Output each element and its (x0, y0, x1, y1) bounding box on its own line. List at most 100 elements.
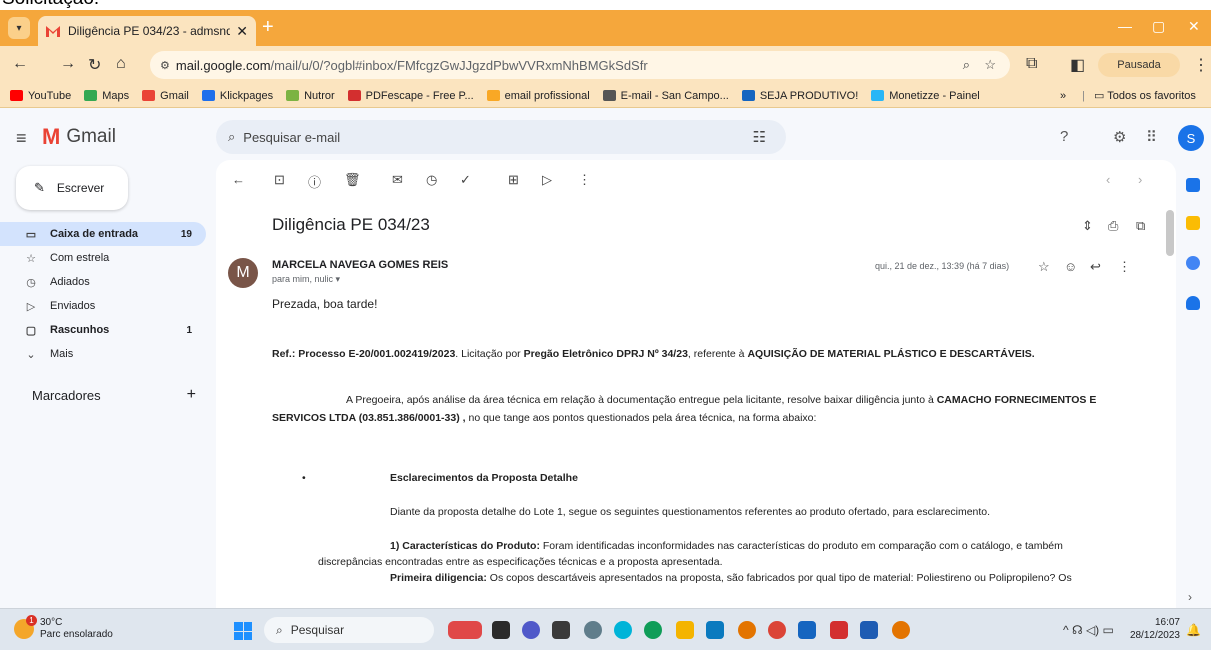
calendar-icon[interactable] (1186, 178, 1200, 192)
store-icon[interactable] (798, 621, 816, 639)
reload-icon[interactable]: ↻ (88, 55, 101, 75)
browser-tab[interactable]: Diligência PE 034/23 - admsnd ✕ (38, 16, 256, 46)
delete-icon[interactable]: 🗑 (344, 172, 361, 188)
keep-icon[interactable] (1186, 216, 1200, 230)
search-options-icon[interactable]: ☷ (753, 128, 766, 146)
minimize-icon[interactable]: — (1118, 18, 1132, 34)
archive-icon[interactable]: ⊡ (274, 172, 285, 188)
expand-icon[interactable]: ⇕ (1082, 218, 1093, 234)
report-spam-icon[interactable]: ⓘ (308, 172, 321, 191)
widgets-icon[interactable] (448, 621, 482, 639)
print-icon[interactable]: ⎙ (1108, 218, 1118, 234)
file-explorer-icon[interactable] (676, 621, 694, 639)
paragraph-1-line-2: SERVICOS LTDA (03.851.386/0001-33) , no … (272, 412, 817, 424)
restore-icon[interactable]: ▢ (1152, 18, 1165, 35)
browser-menu-icon[interactable]: ⋮ (1193, 55, 1209, 75)
home-icon[interactable]: ⌂ (116, 55, 126, 73)
app-icon[interactable] (614, 621, 632, 639)
clock[interactable]: 16:07 28/12/2023 (1122, 616, 1180, 642)
emoji-reaction-icon[interactable]: ☺ (1064, 259, 1077, 274)
app-icon[interactable] (706, 621, 724, 639)
older-icon[interactable]: › (1138, 172, 1142, 187)
bookmark-item[interactable]: PDFescape - Free P... (347, 90, 474, 102)
task-view-icon[interactable] (492, 621, 510, 639)
reply-icon[interactable]: ↩ (1090, 259, 1101, 275)
system-tray[interactable]: ^ ☊ ◁) ▭ (1063, 623, 1114, 637)
settings-app-icon[interactable] (584, 621, 602, 639)
recipients[interactable]: para mim, nulic ▾ (272, 274, 340, 285)
star-icon[interactable]: ☆ (1038, 259, 1050, 275)
compose-button[interactable]: ✎ Escrever (16, 166, 128, 210)
profile-button[interactable]: Pausada (1098, 53, 1180, 77)
bookmark-item[interactable]: Klickpages (201, 90, 273, 102)
app-icon[interactable] (768, 621, 786, 639)
app-icon[interactable] (552, 621, 570, 639)
message-more-icon[interactable]: ⋮ (1118, 259, 1131, 275)
scrollbar[interactable] (1166, 210, 1174, 256)
sender-name[interactable]: MARCELA NAVEGA GOMES REIS (272, 259, 448, 271)
add-task-icon[interactable]: ✓ (460, 172, 471, 188)
more-options-icon[interactable]: ⋮ (578, 172, 591, 188)
main-menu-icon[interactable]: ≡ (16, 128, 27, 149)
acrobat-icon[interactable] (830, 621, 848, 639)
bookmark-item[interactable]: Maps (84, 90, 129, 102)
tab-search-button[interactable]: ▾ (8, 17, 30, 39)
contacts-icon[interactable] (1186, 296, 1200, 310)
tasks-icon[interactable] (1186, 256, 1200, 270)
chrome-icon[interactable] (738, 621, 756, 639)
word-icon[interactable] (860, 621, 878, 639)
url-bar[interactable]: ⚙ mail.google.com/mail/u/0/?ogbl#inbox/F… (150, 51, 1010, 79)
chat-icon[interactable] (522, 621, 540, 639)
chevron-down-icon: ⌄ (26, 348, 36, 361)
search-icon[interactable]: ⌕ (228, 129, 235, 145)
chrome-profile-icon[interactable] (892, 621, 910, 639)
bookmark-item[interactable]: Gmail (142, 90, 189, 102)
back-icon[interactable]: ← (12, 55, 28, 73)
mark-unread-icon[interactable]: ✉ (392, 172, 403, 188)
forward-icon[interactable]: → (60, 55, 76, 73)
extensions-icon[interactable]: ⧉ (1026, 55, 1037, 73)
bookmark-item[interactable]: SEJA PRODUTIVO! (741, 90, 858, 102)
bookmark-item[interactable]: YouTube (10, 90, 71, 102)
sidebar-item-enviados[interactable]: ▷ Enviados (0, 294, 206, 318)
gear-icon[interactable]: ⚙ (1113, 128, 1126, 146)
sidebar-item-mais[interactable]: ⌄ Mais (0, 342, 206, 366)
back-to-inbox-icon[interactable]: ← (232, 172, 245, 187)
side-panel-icon[interactable]: ◧ (1070, 55, 1085, 75)
close-window-icon[interactable]: ✕ (1188, 18, 1200, 35)
tab-close-icon[interactable]: ✕ (236, 23, 248, 40)
sidebar-item-com-estrela[interactable]: ☆ Com estrela (0, 246, 206, 270)
show-side-panel-icon[interactable]: › (1188, 590, 1192, 604)
start-icon[interactable] (234, 622, 252, 640)
more-bookmarks-icon[interactable]: » (1060, 90, 1066, 102)
zoom-icon[interactable]: ⌕ (963, 57, 970, 73)
site-settings-icon[interactable]: ⚙ (160, 59, 170, 72)
open-new-window-icon[interactable]: ⧉ (1136, 218, 1145, 234)
new-tab-button[interactable]: + (262, 16, 274, 39)
bookmark-item[interactable]: E-mail - San Campo... (602, 90, 729, 102)
taskbar-search[interactable]: ⌕ Pesquisar (264, 617, 434, 643)
weather-widget[interactable]: 30°C Parc ensolarado (40, 617, 113, 641)
bookmark-item[interactable]: email profissional (486, 90, 590, 102)
newer-icon[interactable]: ‹ (1106, 172, 1110, 187)
move-to-icon[interactable]: ⊞ (508, 172, 519, 188)
gmail-logo[interactable]: M Gmail (42, 124, 116, 150)
sidebar-item-caixa-de-entrada[interactable]: ▭ Caixa de entrada 19 (0, 222, 206, 246)
snooze-icon[interactable]: ◷ (426, 172, 437, 188)
bookmark-icon (602, 90, 616, 101)
bookmarks-bar: YouTube Maps Gmail Klickpages Nutror PDFescap… (0, 84, 1211, 108)
sidebar-item-rascunhos[interactable]: ▢ Rascunhos 1 (0, 318, 206, 342)
add-label-button[interactable]: + (187, 387, 196, 403)
help-icon[interactable]: ? (1060, 128, 1068, 145)
notifications-icon[interactable]: 🔔 (1186, 623, 1201, 637)
search-input[interactable]: ⌕ Pesquisar e-mail ☷ (216, 120, 786, 154)
edge-icon[interactable] (644, 621, 662, 639)
all-bookmarks-folder[interactable]: ▭ Todos os favoritos (1094, 89, 1196, 102)
bookmark-item[interactable]: Nutror (286, 90, 335, 102)
sidebar-item-adiados[interactable]: ◷ Adiados (0, 270, 206, 294)
account-avatar[interactable]: S (1178, 125, 1204, 151)
label-icon[interactable]: ▷ (542, 172, 552, 188)
apps-grid-icon[interactable]: ⠿ (1146, 128, 1157, 146)
bookmark-item[interactable]: Monetizze - Painel (871, 90, 980, 102)
bookmark-star-icon[interactable]: ☆ (984, 57, 996, 73)
